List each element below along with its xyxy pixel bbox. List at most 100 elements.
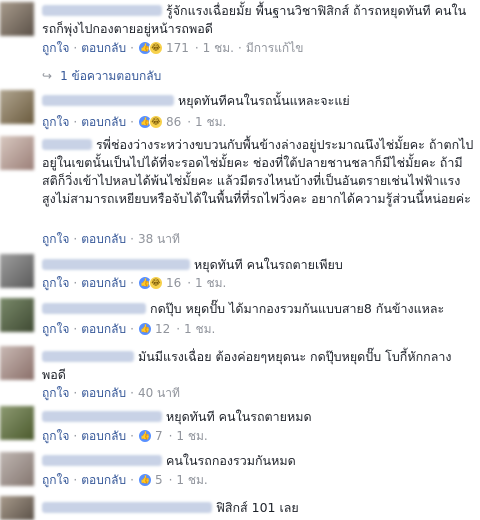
reply-link[interactable]: ตอบกลับ <box>81 427 126 446</box>
commenter-name[interactable] <box>42 95 174 106</box>
reactions[interactable]: 👍 7 <box>137 429 163 443</box>
avatar[interactable] <box>0 452 34 486</box>
comment-body: หยุดทันที คนในรถตายเพียบ <box>42 256 474 274</box>
reactions[interactable]: 👍 12 <box>137 322 171 336</box>
separator-dot: · <box>130 115 134 129</box>
separator-dot: · <box>73 473 78 487</box>
avatar[interactable] <box>0 254 34 288</box>
separator-dot: · <box>187 276 192 290</box>
commenter-name[interactable] <box>42 455 162 466</box>
avatar[interactable] <box>0 90 34 124</box>
like-icon: 👍 <box>137 473 152 487</box>
separator-dot: · <box>130 232 134 246</box>
separator-dot: · <box>73 386 78 400</box>
reaction-count: 16 <box>165 276 182 290</box>
comment-body: กดปุ๊บ หยุดปั๊บ ได้มากองรวมกันแบบสาย8 กั… <box>42 300 474 318</box>
reply-link[interactable]: ตอบกลับ <box>81 471 126 490</box>
replies-link[interactable]: 1 ข้อความตอบกลับ <box>60 67 161 86</box>
haha-icon: 😂 <box>148 276 163 290</box>
comment-actions: ถูกใจ · ตอบกลับ · 👍 😂 171 · 1 ชม. · มีกา… <box>42 39 474 57</box>
separator-dot: · <box>187 115 192 129</box>
timestamp[interactable]: 1 ชม. <box>176 471 207 490</box>
commenter-name[interactable] <box>42 303 146 314</box>
reaction-count: 5 <box>154 473 163 487</box>
comment-actions: ถูกใจ · ตอบกลับ · 38 นาที <box>42 230 474 248</box>
reply-link[interactable]: ตอบกลับ <box>81 274 126 293</box>
reply-link[interactable]: ตอบกลับ <box>81 39 126 58</box>
reply-link[interactable]: ตอบกลับ <box>81 113 126 132</box>
commenter-name[interactable] <box>42 351 134 362</box>
separator-dot: · <box>176 322 181 336</box>
separator-dot: · <box>130 386 134 400</box>
separator-dot: · <box>238 41 242 55</box>
view-replies[interactable]: ↪ 1 ข้อความตอบกลับ <box>42 67 161 85</box>
separator-dot: · <box>73 276 78 290</box>
timestamp[interactable]: 40 นาที <box>138 384 180 403</box>
separator-dot: · <box>130 473 134 487</box>
comment-text: คนในรถกองรวมกันหมด <box>166 453 296 468</box>
separator-dot: · <box>73 115 78 129</box>
commenter-name[interactable] <box>42 259 190 270</box>
comment-body: ฟิสิกส์ 101 เลย <box>42 499 474 517</box>
reply-link[interactable]: ตอบกลับ <box>81 320 126 339</box>
avatar[interactable] <box>0 298 34 332</box>
timestamp[interactable]: 1 ชม. <box>184 320 215 339</box>
comment-text: หยุดทันที คนในรถตายหมด <box>166 409 312 424</box>
reaction-count: 12 <box>154 322 171 336</box>
comment-body: รู้จักแรงเฉื่อยมั้ย พื้นฐานวิชาฟิสิกส์ ถ… <box>42 2 474 38</box>
avatar[interactable] <box>0 496 34 520</box>
like-link[interactable]: ถูกใจ <box>42 113 69 132</box>
like-link[interactable]: ถูกใจ <box>42 230 69 249</box>
reaction-count: 171 <box>165 41 189 55</box>
comment-text: ฟิสิกส์ 101 เลย <box>216 500 299 515</box>
like-link[interactable]: ถูกใจ <box>42 384 69 403</box>
avatar[interactable] <box>0 2 34 36</box>
comment-text: รพี่ช่องว่างระหว่างขบวนกับพื้นข้างล่างอย… <box>42 137 474 206</box>
reaction-count: 86 <box>165 115 182 129</box>
like-icon: 👍 <box>137 429 152 443</box>
reply-link[interactable]: ตอบกลับ <box>81 384 126 403</box>
edited-label[interactable]: มีการแก้ไข <box>246 39 304 58</box>
separator-dot: · <box>130 276 134 290</box>
avatar[interactable] <box>0 346 34 380</box>
comment-text: หยุดทันทีคนในรถนั้นแหละจะแย่ <box>178 93 350 108</box>
reactions[interactable]: 👍 😂 16 <box>137 276 182 290</box>
reactions[interactable]: 👍 😂 171 <box>137 41 189 55</box>
like-link[interactable]: ถูกใจ <box>42 274 69 293</box>
commenter-name[interactable] <box>42 411 162 422</box>
like-link[interactable]: ถูกใจ <box>42 471 69 490</box>
commenter-name[interactable] <box>42 5 162 16</box>
comment-actions: ถูกใจ · ตอบกลับ · 👍 😂 16 · 1 ชม. <box>42 274 474 292</box>
haha-icon: 😂 <box>148 115 163 129</box>
comment-actions: ถูกใจ · ตอบกลับ · 👍 7 · 1 ชม. <box>42 427 474 445</box>
comment-text: กดปุ๊บ หยุดปั๊บ ได้มากองรวมกันแบบสาย8 กั… <box>150 301 445 316</box>
like-link[interactable]: ถูกใจ <box>42 320 69 339</box>
reactions[interactable]: 👍 5 <box>137 473 163 487</box>
commenter-name[interactable] <box>42 502 212 513</box>
reply-arrow-icon: ↪ <box>42 69 53 83</box>
timestamp[interactable]: 1 ชม. <box>195 113 226 132</box>
separator-dot: · <box>73 429 78 443</box>
like-link[interactable]: ถูกใจ <box>42 427 69 446</box>
avatar[interactable] <box>0 406 34 440</box>
timestamp[interactable]: 1 ชม. <box>176 427 207 446</box>
comment-body: รพี่ช่องว่างระหว่างขบวนกับพื้นข้างล่างอย… <box>42 136 474 208</box>
like-icon: 👍 <box>137 322 152 336</box>
separator-dot: · <box>73 322 78 336</box>
comment-actions: ถูกใจ · ตอบกลับ · 👍 12 · 1 ชม. <box>42 320 474 338</box>
like-link[interactable]: ถูกใจ <box>42 39 69 58</box>
avatar[interactable] <box>0 136 34 170</box>
haha-icon: 😂 <box>148 41 163 55</box>
separator-dot: · <box>73 41 78 55</box>
comment-actions: ถูกใจ · ตอบกลับ · 👍 5 · 1 ชม. <box>42 471 474 489</box>
timestamp[interactable]: 38 นาที <box>138 230 180 249</box>
timestamp[interactable]: 1 ชม. <box>195 274 226 293</box>
commenter-name[interactable] <box>42 139 92 150</box>
separator-dot: · <box>130 429 134 443</box>
comment-text: หยุดทันที คนในรถตายเพียบ <box>194 257 343 272</box>
timestamp[interactable]: 1 ชม. <box>203 39 234 58</box>
reactions[interactable]: 👍 😂 86 <box>137 115 182 129</box>
reaction-count: 7 <box>154 429 163 443</box>
reply-link[interactable]: ตอบกลับ <box>81 230 126 249</box>
separator-dot: · <box>194 41 199 55</box>
